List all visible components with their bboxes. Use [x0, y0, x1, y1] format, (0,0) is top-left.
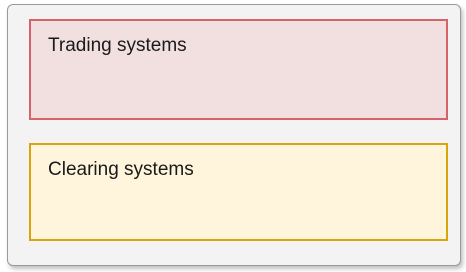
trading-systems-box: Trading systems: [29, 19, 448, 120]
trading-systems-label: Trading systems: [48, 35, 187, 56]
clearing-systems-label: Clearing systems: [48, 159, 194, 180]
clearing-systems-box: Clearing systems: [29, 143, 448, 241]
